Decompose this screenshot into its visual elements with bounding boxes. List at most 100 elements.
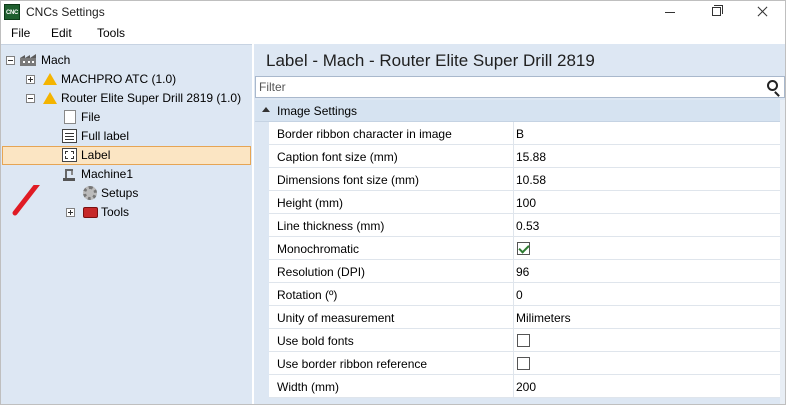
property-name: Dimensions font size (mm) <box>277 173 420 187</box>
property-row[interactable]: Dimensions font size (mm) 10.58 <box>255 168 785 191</box>
tree-item-file[interactable]: File <box>1 108 251 127</box>
search-icon[interactable] <box>767 80 778 91</box>
property-value[interactable]: 10.58 <box>516 173 546 187</box>
menu-tools[interactable]: Tools <box>97 26 125 40</box>
tree-item-label: Setups <box>101 186 139 200</box>
property-column-divider <box>513 283 514 306</box>
property-row-gutter <box>255 375 269 398</box>
property-column-divider <box>513 352 514 375</box>
property-row[interactable]: Rotation (º) 0 <box>255 283 785 306</box>
property-checkbox[interactable] <box>517 242 530 255</box>
collapse-icon[interactable] <box>26 94 35 103</box>
property-row-gutter <box>255 214 269 237</box>
property-name: Caption font size (mm) <box>277 150 398 164</box>
property-name: Line thickness (mm) <box>277 219 385 233</box>
toolbox-icon <box>83 207 98 218</box>
machine-icon <box>63 169 75 181</box>
property-row[interactable]: Use bold fonts <box>255 329 785 352</box>
property-row[interactable]: Unity of measurement Milimeters <box>255 306 785 329</box>
annotation-arrow-icon <box>12 185 40 216</box>
tree-item-label: Router Elite Super Drill 2819 (1.0) <box>61 91 242 105</box>
factory-icon <box>20 54 36 66</box>
property-panel: Label - Mach - Router Elite Super Drill … <box>254 44 785 404</box>
property-name: Width (mm) <box>277 380 339 394</box>
property-checkbox[interactable] <box>517 334 530 347</box>
tree-item-label-selected[interactable]: Label <box>1 146 251 165</box>
property-row[interactable]: Caption font size (mm) 15.88 <box>255 145 785 168</box>
title-bar: CNC CNCs Settings <box>1 1 785 23</box>
property-name: Use bold fonts <box>277 334 354 348</box>
tree-item-label: Tools <box>101 205 130 219</box>
tree-item-label: Machine1 <box>81 167 134 181</box>
tree-item-label: Mach <box>41 53 71 67</box>
label-icon-frame <box>65 151 74 159</box>
property-row[interactable]: Width (mm) 200 <box>255 375 785 398</box>
file-icon <box>64 110 76 124</box>
group-title: Image Settings <box>277 104 358 118</box>
full-label-icon <box>62 129 77 143</box>
property-row[interactable]: Height (mm) 100 <box>255 191 785 214</box>
property-name: Use border ribbon reference <box>277 357 428 371</box>
collapse-icon-bar <box>28 98 33 99</box>
tree-item-machine1[interactable]: Machine1 <box>1 165 251 184</box>
tree-item-machpro-atc[interactable]: MACHPRO ATC (1.0) <box>1 70 251 89</box>
menu-edit[interactable]: Edit <box>51 26 72 40</box>
expand-icon[interactable] <box>26 75 35 84</box>
tree-item-router-elite[interactable]: Router Elite Super Drill 2819 (1.0) <box>1 89 251 108</box>
restore-button[interactable] <box>693 1 739 23</box>
settings-tree: Mach MACHPRO ATC (1.0) Router Elite Supe… <box>1 44 252 404</box>
minimize-icon <box>665 12 675 13</box>
property-value[interactable]: 96 <box>516 265 529 279</box>
collapse-caret-icon[interactable] <box>262 107 270 112</box>
property-row[interactable]: Use border ribbon reference <box>255 352 785 375</box>
property-column-divider <box>513 214 514 237</box>
property-column-divider <box>513 145 514 168</box>
gear-icon <box>83 186 97 200</box>
property-column-divider <box>513 260 514 283</box>
filter-input[interactable] <box>259 79 759 95</box>
group-header-image-settings[interactable]: Image Settings <box>255 100 785 122</box>
property-row-gutter <box>255 237 269 260</box>
property-checkbox[interactable] <box>517 357 530 370</box>
property-value[interactable]: Milimeters <box>516 311 571 325</box>
menu-bar: File Edit Tools <box>1 23 785 43</box>
page-title: Label - Mach - Router Elite Super Drill … <box>266 51 595 70</box>
property-column-divider <box>513 237 514 260</box>
property-row[interactable]: Line thickness (mm) 0.53 <box>255 214 785 237</box>
menu-file[interactable]: File <box>11 26 30 40</box>
property-column-divider <box>513 168 514 191</box>
property-row[interactable]: Border ribbon character in image B <box>255 122 785 145</box>
property-value[interactable]: 200 <box>516 380 536 394</box>
tree-item-full-label[interactable]: Full label <box>1 127 251 146</box>
tree-item-label: Label <box>81 148 111 162</box>
property-column-divider <box>513 375 514 398</box>
filter-box <box>255 76 785 98</box>
property-row-gutter <box>255 352 269 375</box>
warning-icon <box>43 73 57 85</box>
full-label-icon-lines <box>65 133 74 134</box>
property-value[interactable]: 100 <box>516 196 536 210</box>
minimize-button[interactable] <box>647 1 693 23</box>
property-row-gutter <box>255 329 269 352</box>
expand-icon-v <box>30 77 31 82</box>
tree-item-mach[interactable]: Mach <box>1 51 251 70</box>
property-name: Unity of measurement <box>277 311 395 325</box>
property-value[interactable]: 0 <box>516 288 523 302</box>
collapse-icon-bar <box>8 60 13 61</box>
property-name: Resolution (DPI) <box>277 265 366 279</box>
close-button[interactable] <box>739 1 785 23</box>
property-value[interactable]: 0.53 <box>516 219 539 233</box>
property-value[interactable]: 15.88 <box>516 150 546 164</box>
property-column-divider <box>513 329 514 352</box>
property-column-divider <box>513 191 514 214</box>
collapse-icon[interactable] <box>6 56 15 65</box>
property-row[interactable]: Resolution (DPI) 96 <box>255 260 785 283</box>
vertical-scrollbar[interactable] <box>780 100 785 404</box>
property-value[interactable]: B <box>516 127 524 141</box>
property-name: Height (mm) <box>277 196 344 210</box>
property-name: Rotation (º) <box>277 288 338 302</box>
property-name: Monochromatic <box>277 242 360 256</box>
property-row-gutter <box>255 145 269 168</box>
property-row-gutter <box>255 260 269 283</box>
property-row[interactable]: Monochromatic <box>255 237 785 260</box>
